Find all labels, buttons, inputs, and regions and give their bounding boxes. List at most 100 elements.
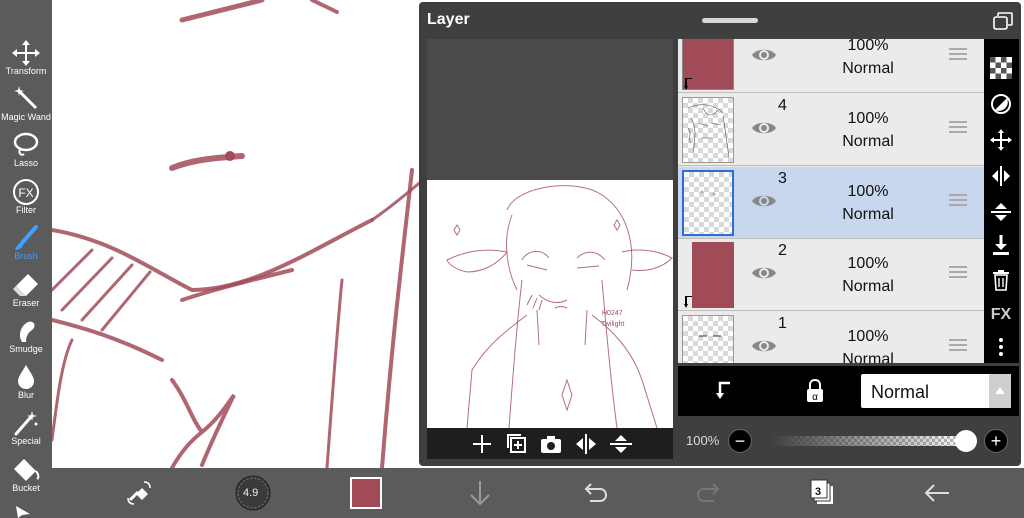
brush-size-label: 4.9 <box>243 487 259 499</box>
visibility-eye-icon[interactable] <box>750 336 778 356</box>
visibility-eye-icon[interactable] <box>750 191 778 211</box>
drag-handle-icon[interactable] <box>948 265 968 279</box>
layer-row[interactable]: 4 100% Normal <box>678 94 984 166</box>
preview-toolbar <box>427 428 673 459</box>
drag-handle-icon[interactable] <box>948 120 968 134</box>
tool-special[interactable]: Special <box>0 406 52 452</box>
trash-icon <box>993 270 1009 291</box>
layer-opacity: 100% <box>847 39 889 54</box>
tool-lasso[interactable]: Lasso <box>0 128 52 174</box>
drag-handle-icon[interactable] <box>948 47 968 61</box>
tool-brush[interactable]: Brush <box>0 221 52 267</box>
layer-row[interactable]: 100% Normal <box>678 39 984 93</box>
layer-opacity: 100% <box>847 328 889 345</box>
layer-thumbnail-fill <box>692 242 734 308</box>
fx-icon: FX <box>13 179 39 205</box>
opacity-slider-track[interactable] <box>770 436 966 446</box>
merge-down-button[interactable] <box>989 233 1013 257</box>
mask-circle-icon <box>991 94 1011 114</box>
move-layer-icon <box>990 129 1012 151</box>
preview-sketch: H0247 Twilight <box>446 185 673 428</box>
layer-count-label: 3 <box>815 486 822 498</box>
layer-list[interactable]: 100% Normal 4 100% Normal 3 100% Normal … <box>678 39 984 363</box>
flip-layer-horizontal-button[interactable] <box>989 164 1013 188</box>
window-maximize-icon[interactable] <box>993 12 1013 30</box>
visibility-eye-icon[interactable] <box>750 263 778 283</box>
blend-mode-select[interactable]: Normal <box>861 374 1011 408</box>
layer-fx-button[interactable]: FX <box>989 303 1013 327</box>
layer-row[interactable]: 2 100% Normal <box>678 239 984 311</box>
layer-row[interactable]: 1 100% Normal <box>678 312 984 363</box>
layer-number: 2 <box>778 242 787 259</box>
alpha-lock-icon[interactable]: α <box>805 379 825 403</box>
layer-blend-mode: Normal <box>842 351 894 363</box>
drag-handle-icon[interactable] <box>948 193 968 207</box>
flip-horizontal-icon <box>992 166 1010 186</box>
preview-image: H0247 Twilight <box>427 180 673 428</box>
layer-thumbnail-marks <box>700 190 716 196</box>
drag-handle-icon[interactable] <box>948 338 968 352</box>
layer-thumbnail <box>682 97 734 163</box>
tool-bucket[interactable]: Bucket <box>0 453 52 499</box>
undo-icon <box>584 483 608 502</box>
delete-layer-button[interactable] <box>989 268 1013 292</box>
camera-icon[interactable] <box>538 432 564 456</box>
special-wand-icon <box>14 411 38 436</box>
tool-label: Filter <box>16 205 36 215</box>
clipping-toggle-icon[interactable] <box>714 381 734 401</box>
visibility-eye-icon[interactable] <box>750 45 778 65</box>
layer-thumbnail <box>682 170 734 236</box>
duplicate-layer-icon[interactable] <box>504 432 530 456</box>
tool-label: Special <box>11 436 41 446</box>
signature-line2: Twilight <box>601 321 624 328</box>
layer-number: 3 <box>778 170 787 187</box>
tool-magic-wand[interactable]: Magic Wand <box>0 82 52 128</box>
tool-blur[interactable]: Blur <box>0 360 52 406</box>
arrow-down-icon <box>470 481 490 506</box>
tool-switch-button[interactable] <box>122 476 156 510</box>
layers-button[interactable]: 3 <box>808 476 838 510</box>
panel-drag-handle[interactable] <box>702 18 758 23</box>
tool-label: Magic Wand <box>1 112 51 122</box>
layer-number: 4 <box>778 97 787 114</box>
clipping-icon <box>684 296 692 308</box>
opacity-decrease-button[interactable]: − <box>728 429 752 453</box>
arrow-left-icon <box>924 484 949 502</box>
visibility-eye-icon[interactable] <box>750 118 778 138</box>
checker-icon <box>990 57 1012 79</box>
pointer-icon[interactable] <box>14 506 32 518</box>
layer-mask-button[interactable] <box>989 92 1013 116</box>
opacity-slider-thumb[interactable] <box>955 430 977 452</box>
download-button[interactable] <box>465 476 495 510</box>
layer-opacity: 100% <box>847 110 889 127</box>
color-swatch-button[interactable] <box>349 476 383 510</box>
clipping-icon <box>684 78 692 90</box>
flip-layer-vertical-button[interactable] <box>989 200 1013 224</box>
back-button[interactable] <box>922 476 952 510</box>
canvas-preview[interactable]: H0247 Twilight <box>427 39 673 459</box>
blur-drop-icon <box>18 365 34 389</box>
tool-transform[interactable]: Transform <box>0 36 52 82</box>
add-layer-icon[interactable] <box>469 432 495 456</box>
tool-eraser[interactable]: Eraser <box>0 268 52 314</box>
undo-button[interactable] <box>580 476 610 510</box>
move-layer-button[interactable] <box>989 128 1013 152</box>
move-arrows-icon <box>12 40 40 66</box>
layer-opacity-bar: 100% − + <box>678 422 1019 460</box>
brush-size-button[interactable]: 4.9 <box>233 475 273 511</box>
current-color-swatch <box>350 477 382 509</box>
redo-button[interactable] <box>694 476 724 510</box>
flip-vertical-icon[interactable] <box>608 432 634 456</box>
flip-horizontal-icon[interactable] <box>573 432 599 456</box>
tool-filter[interactable]: FX Filter <box>0 175 52 221</box>
chevron-down-icon <box>989 374 1011 408</box>
layer-row-selected[interactable]: 3 100% Normal <box>678 167 984 239</box>
opacity-increase-button[interactable]: + <box>984 429 1008 453</box>
layer-opacity: 100% <box>847 183 889 200</box>
tool-smudge[interactable]: Smudge <box>0 314 52 360</box>
more-options-button[interactable] <box>989 335 1013 359</box>
svg-text:FX: FX <box>18 186 33 200</box>
transparent-fill-button[interactable] <box>989 56 1013 80</box>
opacity-value-label: 100% <box>686 433 720 448</box>
layer-thumbnail-sketch <box>687 104 730 159</box>
